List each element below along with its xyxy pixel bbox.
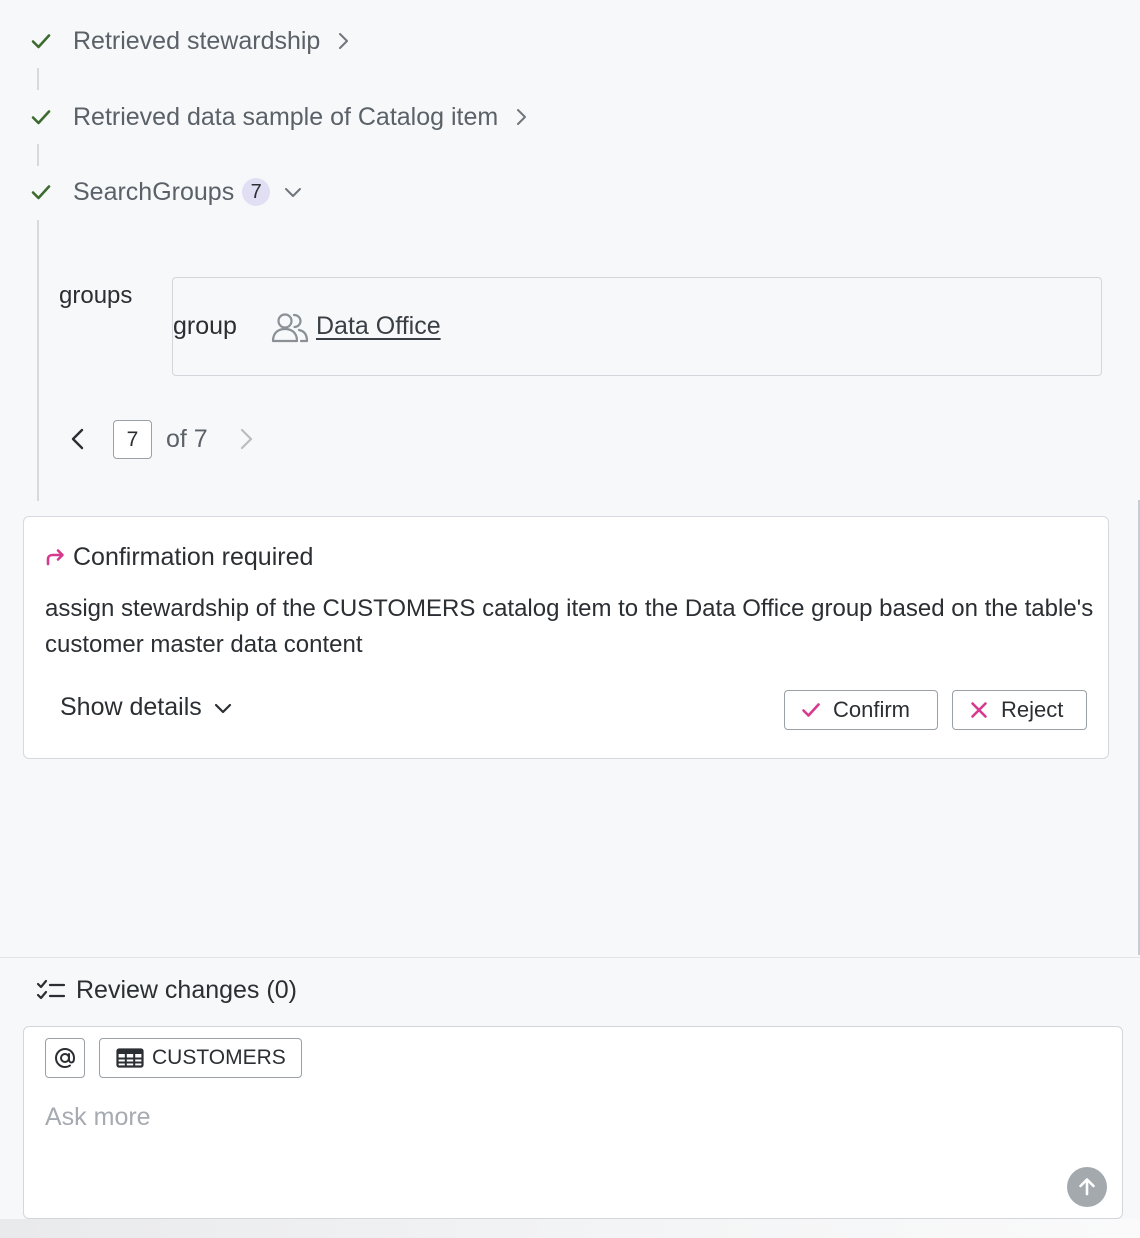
users-icon — [271, 313, 309, 343]
timeline-connector — [37, 68, 39, 90]
page-number-input[interactable] — [113, 420, 152, 459]
page-total-label: of 7 — [166, 425, 208, 453]
step-label: SearchGroups — [73, 177, 235, 206]
message-composer: CUSTOMERS — [23, 1026, 1123, 1219]
group-result-box: group Data Office — [172, 277, 1102, 376]
count-badge: 7 — [242, 178, 271, 206]
groups-field-label: groups — [59, 282, 133, 309]
check-icon — [31, 110, 51, 125]
group-key-label: group — [173, 312, 237, 340]
show-details-label: Show details — [60, 693, 202, 721]
review-changes-toggle[interactable]: Review changes (0) — [36, 976, 297, 1005]
confirm-label: Confirm — [833, 697, 911, 722]
checklist-icon — [36, 979, 66, 999]
chevron-right-icon[interactable] — [510, 106, 532, 128]
reject-button[interactable]: Reject — [952, 690, 1087, 730]
redirect-arrow-icon — [46, 548, 64, 565]
check-icon — [802, 703, 820, 717]
check-icon — [31, 185, 51, 200]
at-icon — [54, 1047, 76, 1069]
check-icon — [31, 34, 51, 49]
send-button[interactable] — [1067, 1167, 1107, 1207]
bottom-edge — [0, 1219, 1140, 1238]
next-page-button[interactable] — [234, 426, 258, 452]
confirmation-title: Confirmation required — [73, 543, 314, 571]
step-label: Retrieved data sample of Catalog item — [73, 102, 499, 131]
confirmation-message: assign stewardship of the CUSTOMERS cata… — [45, 595, 1094, 658]
ask-input[interactable] — [45, 1099, 1045, 1135]
chevron-down-icon — [214, 703, 231, 713]
chevron-right-icon[interactable] — [332, 30, 354, 52]
group-link-data-office[interactable]: Data Office — [316, 312, 441, 341]
arrow-up-icon — [1079, 1178, 1095, 1196]
context-chip-label: CUSTOMERS — [152, 1046, 286, 1069]
timeline-connector — [37, 220, 39, 501]
step-label: Retrieved stewardship — [73, 26, 321, 55]
previous-page-button[interactable] — [66, 426, 90, 452]
close-icon — [971, 702, 987, 718]
divider — [0, 957, 1140, 958]
show-details-toggle[interactable]: Show details — [60, 693, 234, 722]
context-chip-customers[interactable]: CUSTOMERS — [99, 1038, 302, 1078]
table-icon — [116, 1048, 144, 1068]
chevron-down-icon[interactable] — [282, 181, 304, 203]
mention-button[interactable] — [45, 1038, 85, 1078]
reject-label: Reject — [1001, 697, 1064, 722]
review-changes-label: Review changes (0) — [76, 976, 297, 1004]
confirm-button[interactable]: Confirm — [784, 690, 938, 730]
timeline-connector — [37, 144, 39, 166]
confirmation-card: Confirmation required assign stewardship… — [23, 516, 1109, 759]
